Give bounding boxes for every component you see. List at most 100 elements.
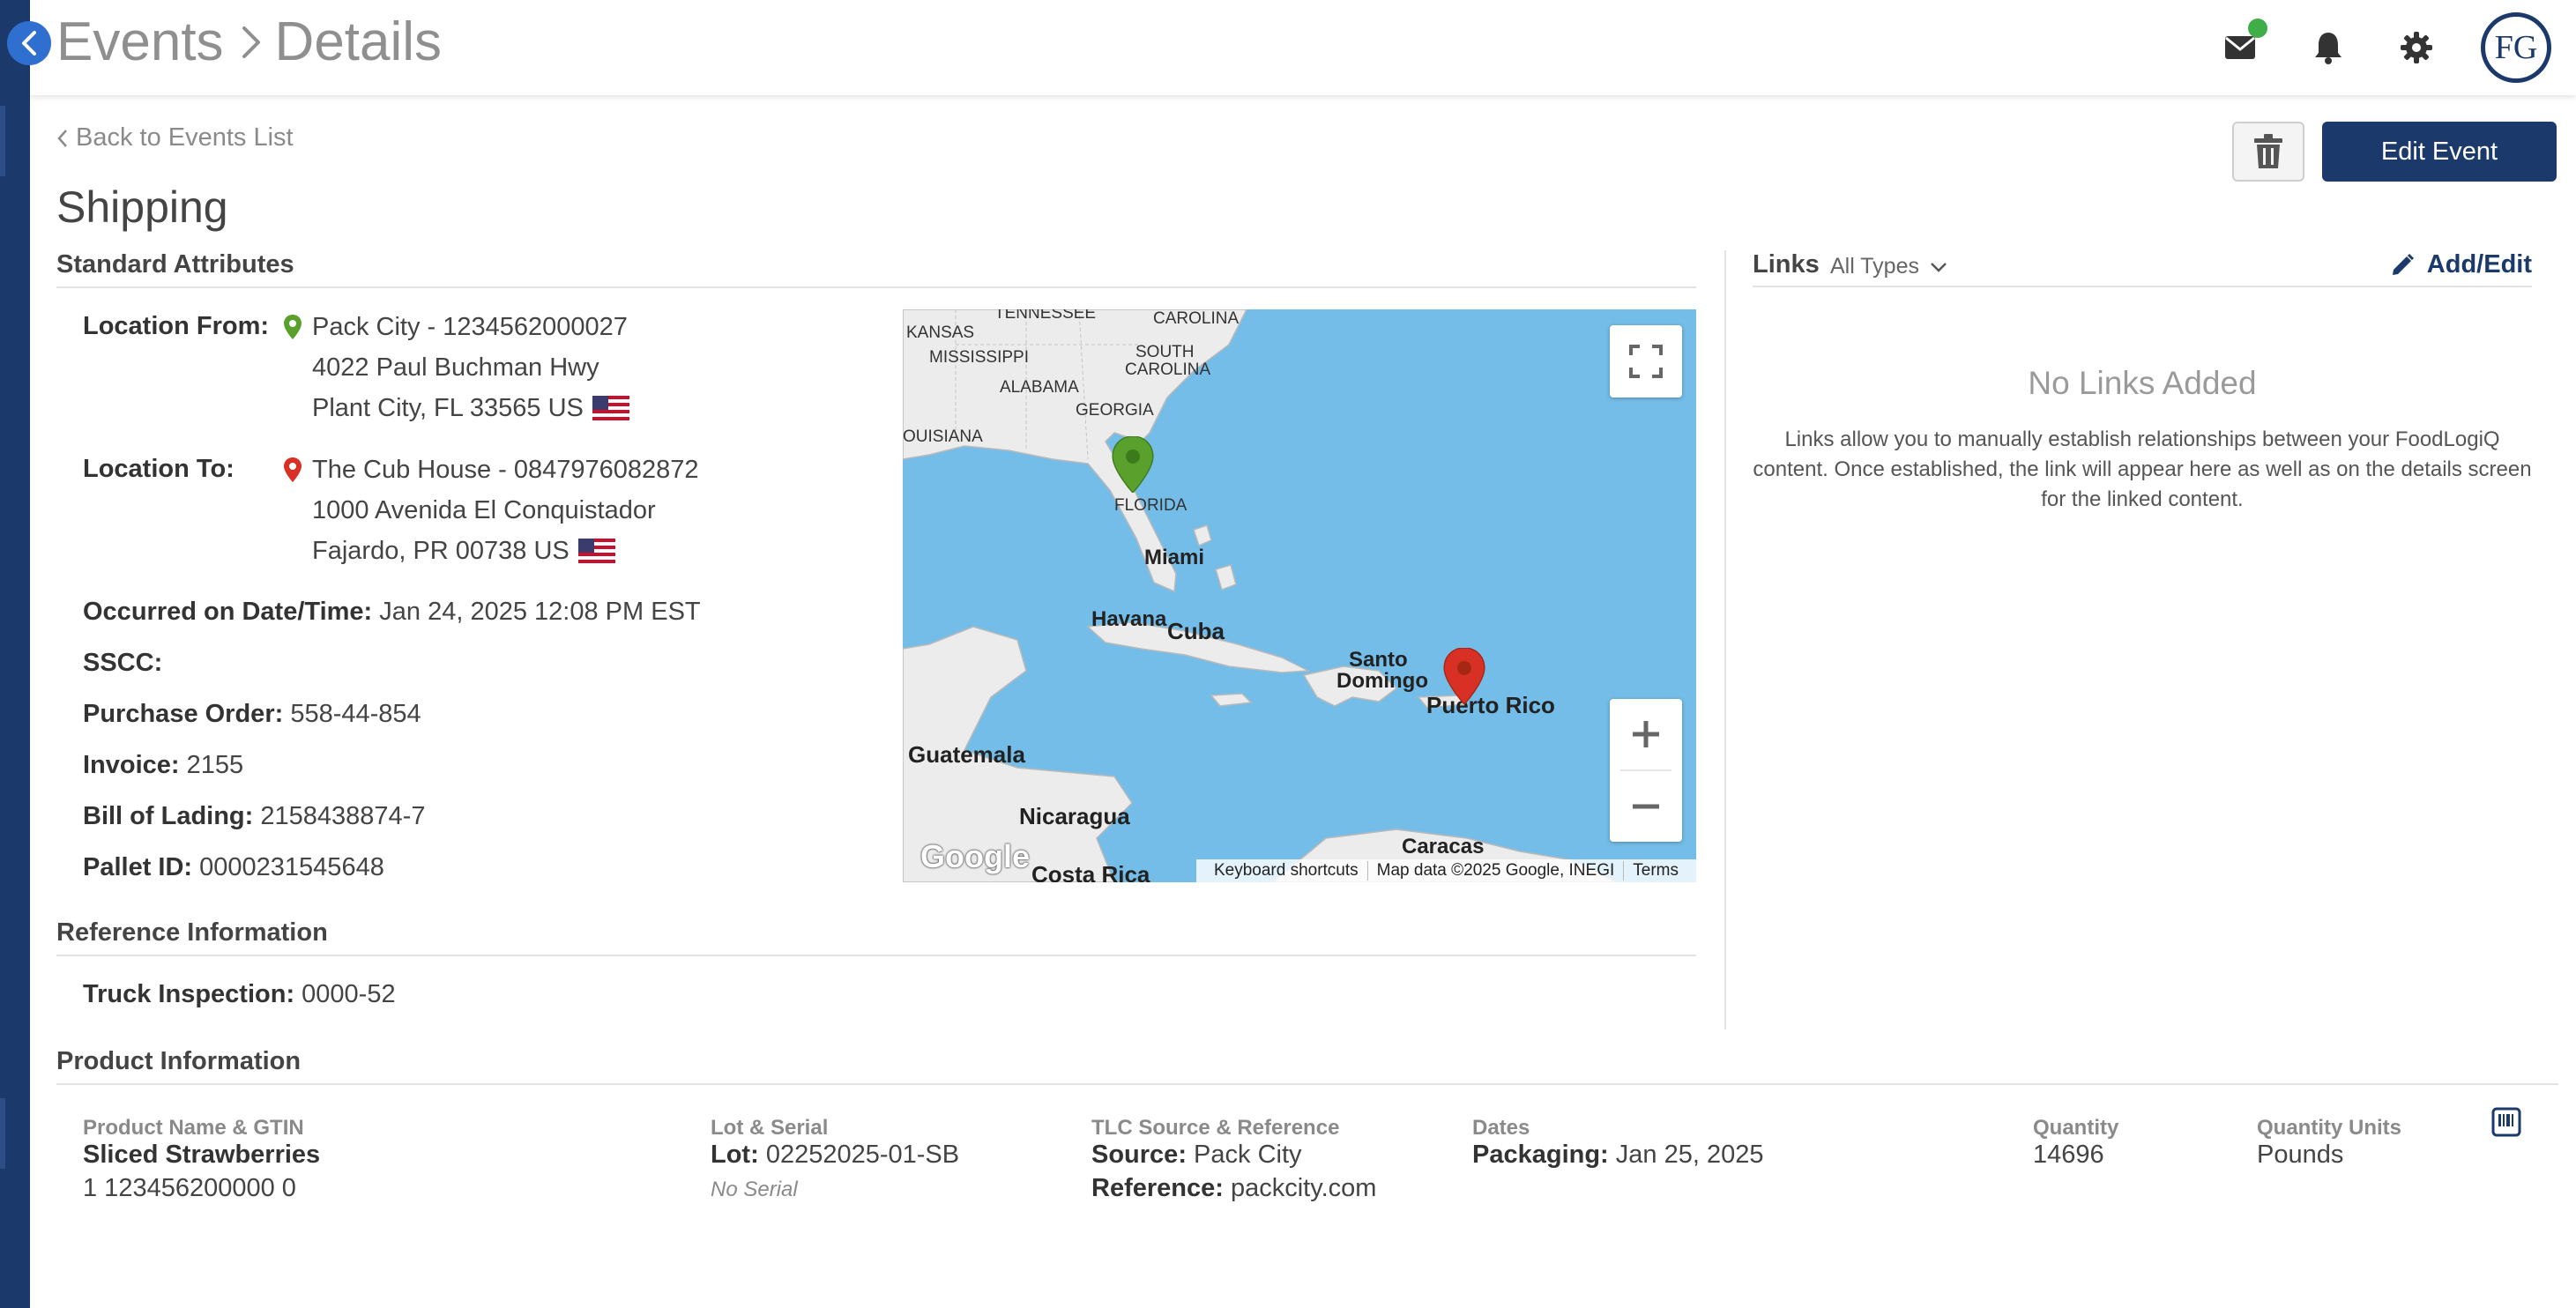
bill-of-lading-value: 2158438874-7 — [260, 802, 426, 830]
google-logo: Google — [920, 838, 1030, 874]
top-bar-actions: FG — [2174, 12, 2551, 83]
nav-rail-marker — [0, 1098, 5, 1169]
tlc-reference-field: Reference: packcity.com — [1091, 1174, 1376, 1203]
edit-event-button[interactable]: Edit Event — [2322, 122, 2557, 182]
zoom-in-button[interactable] — [1610, 699, 1682, 769]
map-marker-origin-icon[interactable] — [1111, 436, 1155, 493]
column-tlc-source: TLC Source & Reference — [1091, 1116, 1340, 1140]
breadcrumb-details: Details — [274, 11, 443, 72]
collapse-nav-button[interactable] — [7, 21, 51, 65]
purchase-order-label: Purchase Order: — [83, 700, 284, 728]
map-label-kansas: KANSAS — [906, 323, 975, 342]
keyboard-shortcuts-link[interactable]: Keyboard shortcuts — [1205, 861, 1368, 881]
occurred-datetime: Occurred on Date/Time: Jan 24, 2025 12:0… — [83, 598, 701, 627]
nav-rail-marker — [0, 106, 5, 176]
bell-icon — [2315, 33, 2341, 64]
bill-of-lading-label: Bill of Lading: — [83, 802, 254, 830]
sscc-label: SSCC: — [83, 649, 163, 677]
map-label-south-carolina: CAROLINA — [1125, 360, 1211, 379]
location-from-label: Location From: — [83, 312, 270, 340]
back-link-label: Back to Events List — [76, 123, 294, 152]
terms-link[interactable]: Terms — [1624, 861, 1687, 881]
map-label-georgia: GEORGIA — [1076, 401, 1154, 420]
product-information-heading: Product Information — [56, 1047, 2558, 1085]
barcode-icon — [2491, 1107, 2521, 1137]
map-label-cuba: Cuba — [1167, 618, 1225, 644]
shipment-map[interactable]: TENNESSEE CAROLINA KANSAS MISSISSIPPI SO… — [903, 309, 1696, 882]
quantity-value: 14696 — [2033, 1141, 2104, 1169]
map-label-louisiana: OUISIANA — [903, 427, 983, 446]
tlc-reference-value: packcity.com — [1230, 1174, 1377, 1202]
map-label-nicaragua: Nicaragua — [1019, 803, 1130, 829]
map-label-south: SOUTH — [1135, 343, 1195, 361]
tlc-source-field: Source: Pack City — [1091, 1141, 1302, 1170]
minus-icon — [1633, 804, 1659, 809]
back-to-events-link[interactable]: Back to Events List — [56, 123, 294, 152]
pallet-id-value: 0000231545648 — [199, 853, 384, 881]
truck-inspection-value: 0000-52 — [302, 980, 396, 1008]
column-dates: Dates — [1472, 1116, 1530, 1140]
map-zoom-control — [1610, 699, 1682, 842]
invoice-field: Invoice: 2155 — [83, 751, 243, 780]
user-avatar[interactable]: FG — [2481, 12, 2551, 83]
notifications-button[interactable] — [2306, 26, 2350, 70]
location-to-street: 1000 Avenida El Conquistador — [312, 496, 656, 524]
messages-button[interactable] — [2218, 19, 2267, 70]
lot-field: Lot: 02252025-01-SB — [711, 1141, 959, 1170]
settings-button[interactable] — [2394, 26, 2438, 70]
bill-of-lading-field: Bill of Lading: 2158438874-7 — [83, 802, 425, 831]
map-fullscreen-button[interactable] — [1610, 325, 1682, 398]
occurred-value: Jan 24, 2025 12:08 PM EST — [379, 598, 701, 626]
quantity-units-value: Pounds — [2257, 1141, 2344, 1169]
links-type-filter-value: All Types — [1830, 254, 1919, 279]
product-name: Sliced Strawberries — [83, 1141, 321, 1169]
tlc-source-label: Source: — [1091, 1141, 1187, 1169]
location-from-city: Plant City, FL 33565 US — [312, 394, 584, 422]
breadcrumb-events[interactable]: Events — [56, 11, 224, 73]
delete-event-button[interactable] — [2232, 122, 2304, 182]
location-from-name: Pack City - 1234562000027 — [312, 313, 628, 341]
location-to-address: The Cub House - 0847976082872 1000 Aveni… — [284, 450, 699, 571]
chevron-right-icon — [240, 25, 263, 60]
location-from-street: 4022 Paul Buchman Hwy — [312, 353, 599, 382]
pallet-id-field: Pallet ID: 0000231545648 — [83, 853, 384, 882]
packaging-label: Packaging: — [1472, 1141, 1609, 1169]
purchase-order-value: 558-44-854 — [290, 700, 421, 728]
unread-indicator — [2248, 19, 2267, 38]
map-pin-green-icon — [284, 315, 312, 339]
pencil-icon — [2392, 253, 2414, 275]
left-nav-rail — [0, 0, 30, 1308]
map-label-florida: FLORIDA — [1114, 496, 1187, 515]
plus-icon — [1633, 721, 1659, 747]
tlc-source-value: Pack City — [1194, 1141, 1302, 1169]
truck-inspection-label: Truck Inspection: — [83, 980, 295, 1008]
page-title: Shipping — [56, 182, 228, 232]
map-label-carolina: CAROLINA — [1153, 309, 1240, 328]
gear-icon — [2401, 32, 2432, 63]
column-quantity: Quantity — [2033, 1116, 2119, 1140]
links-title: Links — [1753, 250, 1820, 279]
pallet-id-label: Pallet ID: — [83, 853, 193, 881]
us-flag-icon — [592, 396, 629, 420]
links-add-edit-button[interactable]: Add/Edit — [2390, 250, 2532, 279]
panel-divider — [1724, 250, 1726, 1029]
lot-label: Lot: — [711, 1141, 759, 1169]
barcode-button[interactable] — [2491, 1107, 2521, 1141]
invoice-value: 2155 — [186, 751, 244, 779]
mail-icon — [2225, 36, 2255, 59]
map-label-caracas: Caracas — [1402, 835, 1485, 858]
column-lot-serial: Lot & Serial — [711, 1116, 829, 1140]
reference-information-heading: Reference Information — [56, 918, 1696, 956]
location-from-address: Pack City - 1234562000027 4022 Paul Buch… — [284, 307, 629, 428]
map-label-domingo: Domingo — [1336, 669, 1428, 693]
sscc-field: SSCC: — [83, 649, 162, 678]
zoom-out-button[interactable] — [1610, 771, 1682, 842]
links-type-filter[interactable]: All Types — [1830, 254, 1947, 279]
map-label-alabama: ALABAMA — [1000, 378, 1079, 397]
map-label-tennessee: TENNESSEE — [994, 309, 1097, 323]
map-marker-destination-icon[interactable] — [1442, 648, 1486, 704]
map-label-miami: Miami — [1144, 546, 1205, 569]
map-label-costa-rica: Costa Rica — [1031, 861, 1150, 882]
purchase-order-field: Purchase Order: 558-44-854 — [83, 700, 421, 729]
truck-inspection-field: Truck Inspection: 0000-52 — [83, 980, 396, 1009]
